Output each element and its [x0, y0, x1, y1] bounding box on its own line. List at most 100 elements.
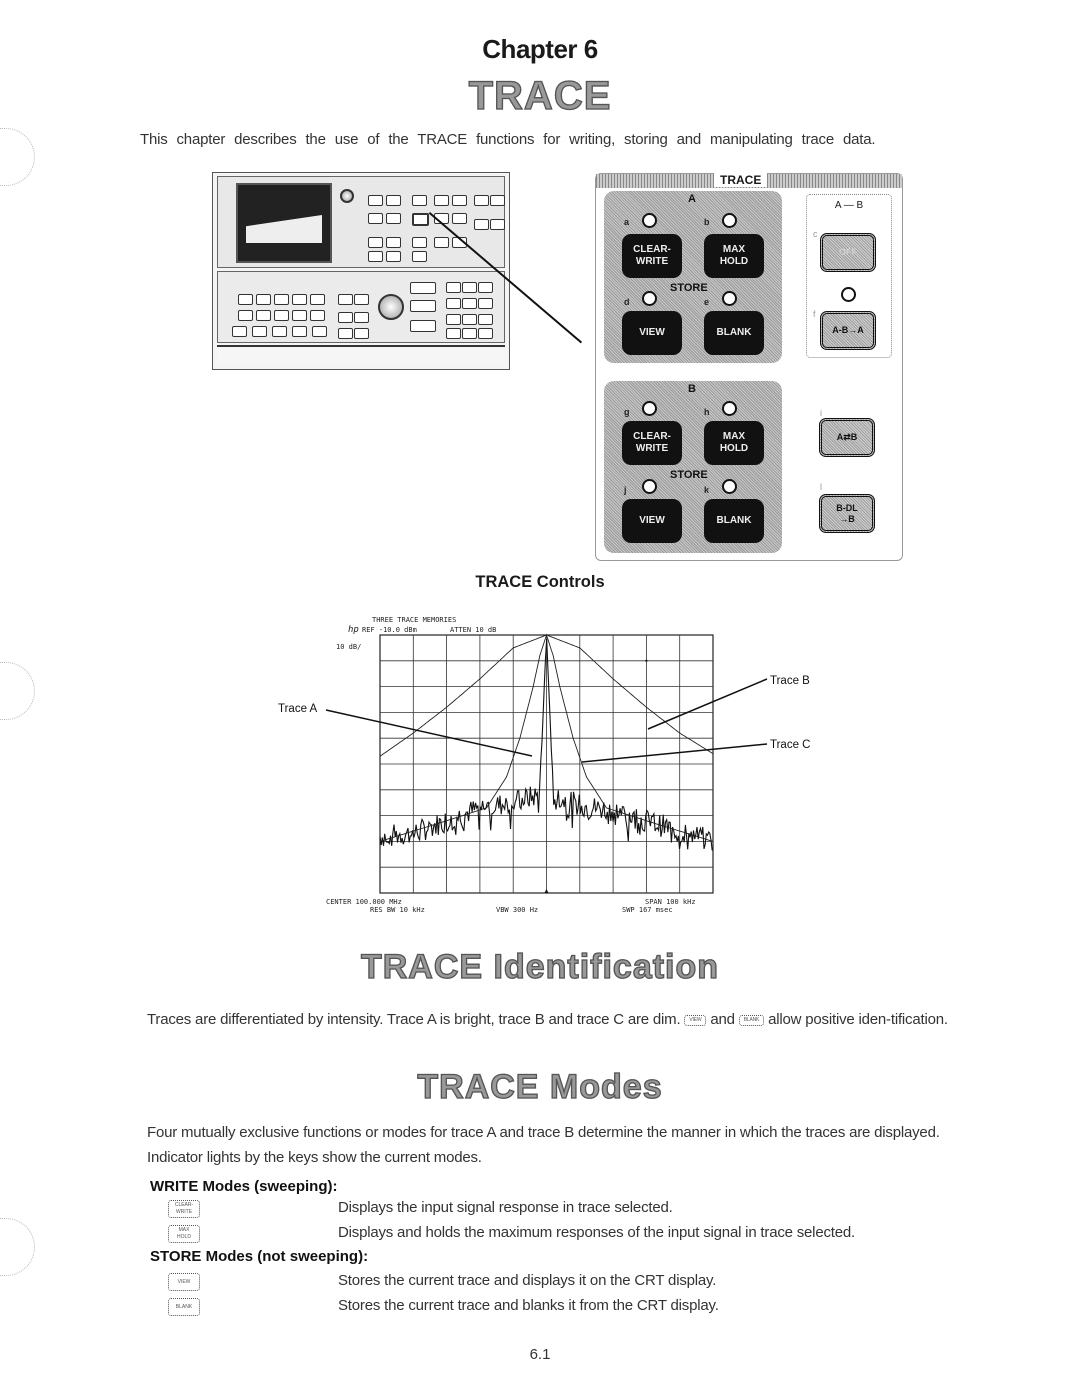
sweep-time-label: SWP 167 msec [622, 906, 673, 914]
key-letter: e [704, 297, 710, 307]
key-icon [338, 312, 353, 323]
group-label: A [688, 193, 696, 205]
modes-paragraph: Four mutually exclusive functions or mod… [147, 1124, 940, 1166]
indicator-light-icon [722, 213, 737, 228]
punch-hole-mark [0, 128, 35, 186]
b-minus-dl-to-b-key[interactable]: B-DL →B [819, 494, 875, 533]
mode-description: Displays and holds the maximum responses… [338, 1224, 855, 1241]
blank-key-icon: BLANK [168, 1298, 200, 1316]
key-icon [474, 195, 489, 206]
identification-heading: TRACE Identification [360, 947, 720, 986]
key-icon [412, 237, 427, 248]
spectrum-chart: THREE TRACE MEMORIES hp REF -10.0 dBm AT… [278, 616, 810, 914]
punch-hole-mark [0, 662, 35, 720]
trace-b-annotation: Trace B [770, 675, 810, 687]
view-a-key[interactable]: VIEW [622, 311, 682, 355]
key-icon [478, 282, 493, 293]
key-icon [410, 300, 436, 312]
key-letter: c [813, 229, 818, 239]
key-icon [452, 195, 467, 206]
key-letter: a [624, 217, 630, 227]
identification-text: Traces are differentiated by intensity. … [147, 1011, 681, 1028]
page-number: 6.1 [529, 1346, 551, 1363]
a-minus-b-off-key[interactable]: OFF [820, 233, 876, 272]
key-icon [478, 298, 493, 309]
page-title: TRACE [468, 73, 612, 118]
trace-a-leader-line [325, 709, 533, 757]
intro-paragraph: This chapter describes the use of the TR… [140, 131, 876, 148]
key-icon [312, 326, 327, 337]
spectrum-analyzer-photo [212, 172, 510, 370]
key-icon [462, 282, 477, 293]
a-exchange-b-key[interactable]: A⇄B [819, 418, 875, 457]
trace-a-group: A a b CLEAR- WRITE MAX HOLD STORE d e VI… [604, 191, 782, 363]
key-icon [386, 237, 401, 248]
figure-caption: TRACE Controls [475, 573, 605, 591]
mode-description: Stores the current trace and displays it… [338, 1272, 717, 1289]
max-hold-a-key[interactable]: MAX HOLD [704, 234, 764, 278]
key-icon [368, 237, 383, 248]
clear-write-a-key[interactable]: CLEAR- WRITE [622, 234, 682, 278]
ref-level-label: REF -10.0 dBm [362, 626, 417, 634]
key-icon [368, 251, 383, 262]
mode-description: Displays the input signal response in tr… [338, 1199, 673, 1216]
center-marker [544, 889, 549, 893]
key-icon [354, 328, 369, 339]
trace-b-group: B g h CLEAR- WRITE MAX HOLD STORE j k VI… [604, 381, 782, 553]
key-letter: g [624, 407, 630, 417]
hp-logo: hp [348, 625, 359, 635]
vbw-label: VBW 300 Hz [496, 906, 538, 914]
key-icon [386, 213, 401, 224]
max-hold-b-key[interactable]: MAX HOLD [704, 421, 764, 465]
modes-heading: TRACE Modes [417, 1067, 663, 1106]
key-icon [446, 314, 461, 325]
key-icon [368, 195, 383, 206]
trace-c-leader-line [581, 743, 768, 763]
store-modes-heading: STORE Modes (not sweeping): [150, 1248, 369, 1265]
clear-write-key-icon: CLEAR- WRITE [168, 1200, 200, 1218]
clear-write-b-key[interactable]: CLEAR- WRITE [622, 421, 682, 465]
knob-icon [340, 189, 354, 203]
key-icon [292, 326, 307, 337]
key-icon [490, 195, 505, 206]
trace-a-line [379, 638, 713, 851]
key-icon [338, 328, 353, 339]
key-icon [410, 282, 436, 294]
chapter-heading: Chapter 6 [482, 34, 598, 64]
key-icon [462, 298, 477, 309]
key-icon [412, 213, 429, 226]
key-icon [354, 294, 369, 305]
key-icon [462, 328, 477, 339]
key-letter: l [820, 482, 822, 492]
key-icon [310, 294, 325, 305]
indicator-light-icon [722, 479, 737, 494]
crt-screen [236, 183, 332, 263]
display-section [217, 176, 505, 268]
key-icon [256, 294, 271, 305]
identification-text: allow positive iden-tification. [768, 1011, 948, 1028]
attenuation-label: ATTEN 10 dB [450, 626, 496, 634]
key-letter: f [813, 309, 816, 319]
key-icon [478, 328, 493, 339]
key-icon [292, 294, 307, 305]
a-minus-b-to-a-key[interactable]: A-B→A [820, 311, 876, 350]
view-b-key[interactable]: VIEW [622, 499, 682, 543]
key-icon [274, 310, 289, 321]
tuning-knob-icon [378, 294, 404, 320]
key-icon [274, 294, 289, 305]
punch-hole-mark [0, 1218, 35, 1276]
key-icon [434, 237, 449, 248]
key-icon [474, 219, 489, 230]
key-icon [410, 320, 436, 332]
store-label: STORE [670, 282, 708, 294]
write-modes-heading: WRITE Modes (sweeping): [150, 1178, 338, 1195]
identification-text: and [710, 1011, 735, 1028]
indicator-light-icon [642, 291, 657, 306]
blank-a-key[interactable]: BLANK [704, 311, 764, 355]
indicator-light-icon [841, 287, 856, 302]
blank-b-key[interactable]: BLANK [704, 499, 764, 543]
trace-a-annotation: Trace A [278, 703, 318, 715]
key-icon [386, 251, 401, 262]
key-letter: j [624, 485, 627, 495]
indicator-light-icon [642, 401, 657, 416]
